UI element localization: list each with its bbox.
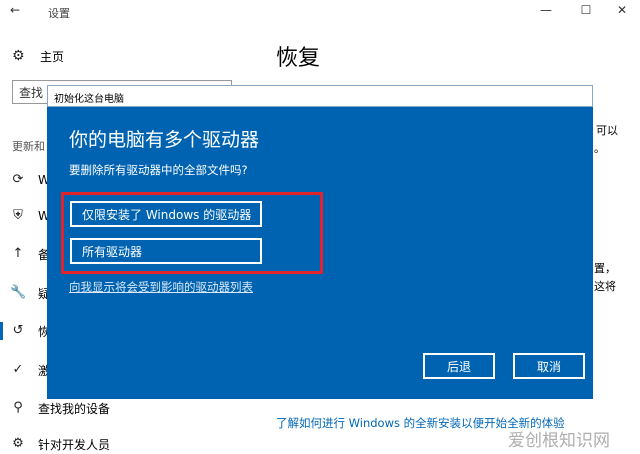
content-text-fragment: 可以: [596, 124, 618, 137]
show-affected-drives-link[interactable]: 向我显示将会受到影响的驱动器列表: [69, 279, 253, 295]
shield-icon: ⛨: [13, 208, 23, 223]
window-title: 设置: [48, 7, 70, 20]
close-icon[interactable]: ✕: [612, 3, 632, 17]
all-drives-button[interactable]: 所有驱动器: [70, 238, 262, 264]
refresh-icon: ⟳: [12, 172, 24, 187]
history-icon: ↺: [12, 323, 24, 338]
wrench-icon: 🔧: [10, 285, 27, 300]
sidebar-item-find-my-device[interactable]: ⚲ 查找我的设备: [0, 397, 250, 419]
maximize-icon[interactable]: ☐: [576, 3, 596, 17]
dialog-heading: 你的电脑有多个驱动器: [69, 129, 260, 151]
dialog-title: 初始化这台电脑: [54, 94, 124, 105]
back-arrow-icon[interactable]: ←: [10, 3, 20, 17]
sidebar-section-label: 更新和: [12, 140, 45, 153]
sidebar-item-label: 查找我的设备: [38, 401, 111, 416]
minimize-icon[interactable]: —: [536, 3, 556, 17]
sidebar-home[interactable]: ⚙ 主页: [12, 46, 64, 66]
sidebar-item-for-developers[interactable]: ⚙ 针对开发人员: [0, 433, 250, 454]
check-circle-icon: ✓: [12, 362, 24, 377]
content-text-fragment: 置，: [594, 262, 616, 275]
watermark: 爱创根知识网: [508, 431, 610, 451]
window-titlebar: ← 设置 — ☐ ✕: [0, 0, 640, 24]
upload-arrow-icon: ↑: [12, 246, 24, 261]
windows-drive-only-button[interactable]: 仅限安装了 Windows 的驱动器: [70, 201, 262, 227]
back-button[interactable]: 后退: [423, 353, 495, 379]
reset-pc-dialog: 初始化这台电脑 你的电脑有多个驱动器 要删除所有驱动器中的全部文件吗? 仅限安装…: [47, 85, 593, 399]
gear-icon: ⚙: [12, 48, 25, 64]
sidebar-home-label: 主页: [40, 49, 65, 64]
person-location-icon: ⚲: [13, 400, 23, 415]
dialog-titlebar: 初始化这台电脑: [47, 85, 593, 107]
content-text-fragment: 这将: [594, 280, 616, 293]
content-text-fragment: 。: [594, 142, 605, 155]
cancel-button[interactable]: 取消: [513, 353, 585, 379]
developer-icon: ⚙: [12, 436, 24, 451]
page-title: 恢复: [276, 46, 321, 71]
sidebar-item-label: 针对开发人员: [38, 437, 111, 452]
dialog-question: 要删除所有驱动器中的全部文件吗?: [69, 163, 248, 177]
